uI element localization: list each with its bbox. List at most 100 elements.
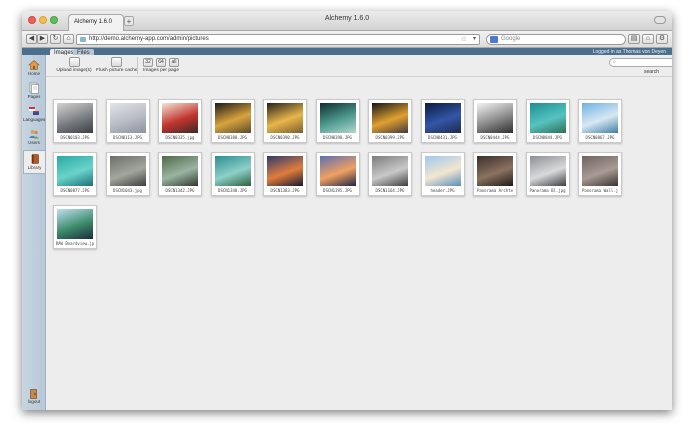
picture-preview xyxy=(319,103,356,133)
sidebar-item-label: Home xyxy=(27,71,40,76)
sidebar-item-languages[interactable]: Languages xyxy=(23,103,45,127)
picture-filename: DSCN0431.JPG xyxy=(428,135,457,140)
picture-search-input[interactable]: ⌕ xyxy=(609,58,672,67)
picture-filename: DSCN0335.jpg xyxy=(165,135,195,140)
upload-images-button[interactable]: Upload image(s) xyxy=(54,57,94,74)
picture-preview xyxy=(109,103,146,133)
picture-thumbnail[interactable]: DSCN1043.jpg xyxy=(105,152,150,196)
logout-label: logout xyxy=(27,399,41,404)
picture-preview xyxy=(57,156,93,186)
per-page-all-button[interactable]: all xyxy=(169,58,179,67)
search-label: search xyxy=(644,69,660,75)
picture-thumbnail[interactable]: DSCN0431.JPG xyxy=(420,99,465,143)
title-bar: Alchemy 1.6.0 + Alchemy 1.6.0 xyxy=(22,11,672,31)
sidebar-item-label: Pages xyxy=(27,94,41,99)
forward-button[interactable]: ▶ xyxy=(37,34,48,44)
picture-filename: DSCN0444.JPG xyxy=(480,135,510,140)
picture-thumbnail[interactable]: header.JPG xyxy=(420,152,465,196)
picture-preview xyxy=(582,103,618,133)
flush-picture-cache-label: Flush picture cache xyxy=(96,68,138,73)
reload-button[interactable]: ↻ xyxy=(50,34,61,44)
picture-thumbnail[interactable]: DSCN0399.JPG xyxy=(368,99,412,143)
picture-thumbnail[interactable]: DSCN0398.JPG xyxy=(315,99,360,143)
home-button[interactable]: ⌂ xyxy=(63,34,74,44)
sidebar-item-label: Languages xyxy=(23,117,46,122)
picture-thumbnail[interactable]: DSCN0388.JPG xyxy=(210,99,255,143)
picture-preview xyxy=(582,156,618,186)
picture-thumbnail[interactable]: DSCN0335.jpg xyxy=(158,99,202,143)
picture-thumbnail[interactable]: DSCN1383.JPG xyxy=(263,152,307,196)
picture-thumbnail[interactable]: DSCN1348.JPG xyxy=(210,152,255,196)
pages-icon xyxy=(29,82,39,94)
picture-preview xyxy=(424,103,461,133)
sidebar-item-pages[interactable]: Pages xyxy=(23,80,45,104)
picture-preview xyxy=(57,103,93,133)
picture-preview xyxy=(57,209,93,239)
picture-filename: DSCN1395.JPG xyxy=(323,188,352,193)
picture-thumbnail[interactable]: Panorama Bl.jpg xyxy=(525,152,570,196)
toolbar-toggle-button[interactable] xyxy=(654,16,666,24)
picture-filename: DSCN0388.JPG xyxy=(218,135,247,140)
bookmarks-button[interactable]: ⌂ xyxy=(642,34,654,44)
picture-thumbnail[interactable]: Panorama Wall.j xyxy=(578,152,622,196)
picture-preview xyxy=(319,156,356,186)
users-icon xyxy=(29,130,39,139)
picture-preview xyxy=(477,103,513,133)
browser-toolbar: ◀ ▶ ↻ ⌂ http://demo.alchemy-app.com/admi… xyxy=(22,31,672,48)
toolbar-divider xyxy=(137,57,138,74)
per-page-32-button[interactable]: 32 xyxy=(143,58,153,67)
picture-thumbnail[interactable]: DSCN0867.JPG xyxy=(578,99,622,143)
flush-picture-cache-button[interactable]: Flush picture cache xyxy=(96,57,138,74)
picture-thumbnail[interactable]: DSCN1342.JPG xyxy=(158,152,202,196)
picture-filename: DSCN0398.JPG xyxy=(323,135,352,140)
picture-thumbnail[interactable]: RAW Boardview.jp xyxy=(53,205,97,249)
picture-filename: DSCN0390.JPG xyxy=(270,135,300,140)
library-icon xyxy=(31,154,39,164)
picture-filename: Panorama Bl.jpg xyxy=(529,188,566,193)
picture-filename: DSCN0867.JPG xyxy=(585,135,615,140)
sidebar-item-label: Library xyxy=(27,165,42,170)
url-history-dropdown[interactable]: ▾ xyxy=(473,35,476,44)
home-icon xyxy=(28,60,40,70)
picture-preview xyxy=(372,103,408,133)
sidebar-item-users[interactable]: Users xyxy=(23,126,45,150)
picture-thumbnail[interactable]: DSCN0103.JPG xyxy=(53,99,97,143)
per-page-64-button[interactable]: 64 xyxy=(156,58,166,67)
sidebar-item-label: Users xyxy=(28,140,40,145)
picture-thumbnail[interactable]: DSCN0444.JPG xyxy=(473,99,517,143)
sidebar-item-home[interactable]: Home xyxy=(23,57,45,81)
settings-button[interactable]: ⚙ xyxy=(656,34,668,44)
picture-preview xyxy=(214,103,251,133)
picture-preview xyxy=(162,103,198,133)
picture-preview xyxy=(372,156,408,186)
page-menu-button[interactable]: ▤ xyxy=(628,34,640,44)
picture-thumbnail[interactable]: DSCN0113.JPG xyxy=(105,99,150,143)
broom-icon xyxy=(110,57,122,67)
url-field[interactable]: http://demo.alchemy-app.com/admin/pictur… xyxy=(76,34,480,45)
picture-filename: Panorama Wall.j xyxy=(581,188,619,193)
browser-search-field[interactable]: Google xyxy=(486,34,626,45)
picture-filename: DSCN0877.JPG xyxy=(60,188,90,193)
logout-button[interactable]: logout xyxy=(25,389,43,405)
sidebar: Home Pages Languages Users Library xyxy=(22,55,46,410)
picture-filename: DSCN0844.JPG xyxy=(533,135,562,140)
window-title: Alchemy 1.6.0 xyxy=(324,15,370,22)
picture-thumbnail[interactable]: DSCN0844.JPG xyxy=(525,99,570,143)
picture-thumbnail[interactable]: DSCN1164.JPG xyxy=(368,152,412,196)
picture-filename: DSCN0103.JPG xyxy=(60,135,90,140)
picture-thumbnail[interactable]: DSCN0877.JPG xyxy=(53,152,97,196)
picture-filename: header.JPG xyxy=(430,188,455,193)
picture-thumbnail[interactable]: Panorama Archte xyxy=(473,152,517,196)
browser-window: Alchemy 1.6.0 + Alchemy 1.6.0 ◀ ▶ ↻ ⌂ ht… xyxy=(22,11,672,410)
picture-thumbnail[interactable]: DSCN1395.JPG xyxy=(315,152,360,196)
picture-filename: DSCN1164.JPG xyxy=(375,188,405,193)
picture-filename: RAW Boardview.jp xyxy=(55,241,95,246)
sidebar-item-library[interactable]: Library xyxy=(23,150,45,174)
back-button[interactable]: ◀ xyxy=(26,34,37,44)
picture-preview xyxy=(162,156,198,186)
bookmark-star-icon[interactable]: ☆ xyxy=(461,35,467,44)
picture-preview xyxy=(424,156,461,186)
picture-thumbnail[interactable]: DSCN0390.JPG xyxy=(263,99,307,143)
search-engine-icon[interactable] xyxy=(490,36,498,43)
per-page-label: Images per page xyxy=(143,68,180,73)
